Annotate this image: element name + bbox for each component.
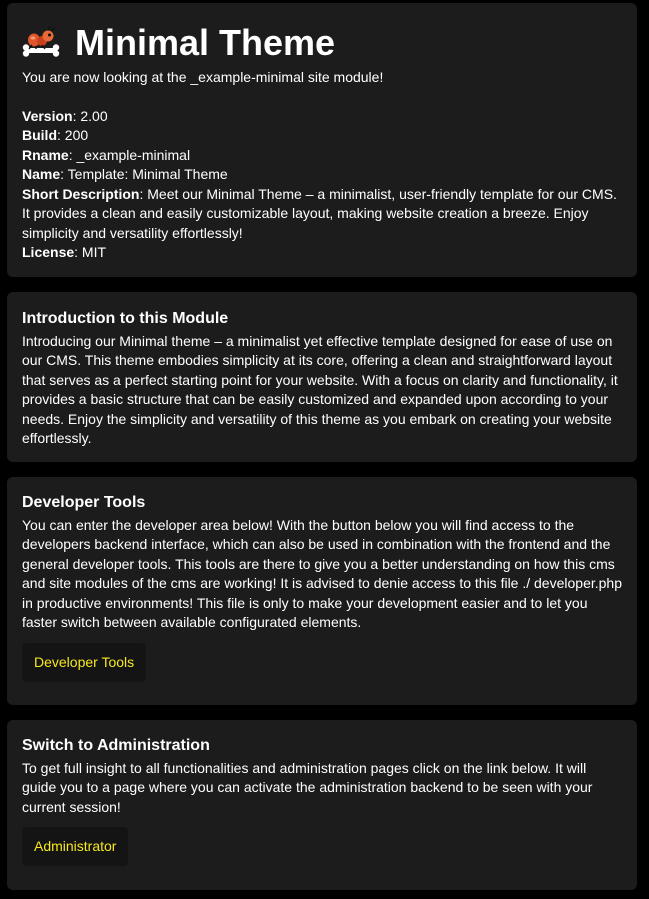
rname-row: Rname: _example-minimal [22, 146, 622, 166]
license-value: : MIT [74, 244, 107, 260]
developer-card: Developer Tools You can enter the develo… [7, 476, 637, 705]
rname-value: : _example-minimal [68, 146, 191, 163]
version-value: : 2.00 [72, 107, 108, 124]
page: Minimal Theme You are now looking at the… [0, 0, 649, 890]
admin-text: To get full insight to all functionaliti… [22, 759, 593, 815]
build-label: Build [22, 127, 57, 143]
module-info-card: Minimal Theme You are now looking at the… [7, 3, 637, 277]
admin-card: Switch to Administration To get full ins… [7, 719, 637, 890]
name-row: Name: Template: Minimal Theme [22, 165, 622, 185]
ant-logo-icon [22, 25, 60, 60]
intro-card: Introduction to this Module Introducing … [7, 291, 637, 462]
developer-text: You can enter the developer area below! … [22, 516, 622, 631]
administrator-button[interactable]: Administrator [22, 827, 129, 866]
license-label: License [22, 244, 75, 260]
version-label: Version [22, 107, 73, 124]
name-value: : Template: Minimal Theme [60, 166, 228, 182]
developer-heading: Developer Tools [22, 493, 146, 511]
page-title: Minimal Theme [75, 22, 336, 63]
version-row: Version: 2.00 [22, 107, 622, 127]
module-subtitle: You are now looking at the _example-mini… [22, 69, 384, 85]
build-value: : 200 [57, 127, 89, 143]
build-row: Build: 200 [22, 126, 622, 146]
rname-label: Rname [22, 146, 69, 163]
license-row: License: MIT [22, 243, 622, 263]
short-description-row: Short Description: Meet our Minimal Them… [22, 185, 622, 244]
intro-text: Introducing our Minimal theme – a minima… [22, 332, 618, 447]
short-description-label: Short Description [22, 185, 140, 202]
intro-heading: Introduction to this Module [22, 309, 229, 327]
admin-heading: Switch to Administration [22, 736, 210, 754]
name-label: Name [22, 166, 61, 182]
developer-tools-button[interactable]: Developer Tools [22, 642, 147, 682]
module-header: Minimal Theme [22, 23, 622, 63]
